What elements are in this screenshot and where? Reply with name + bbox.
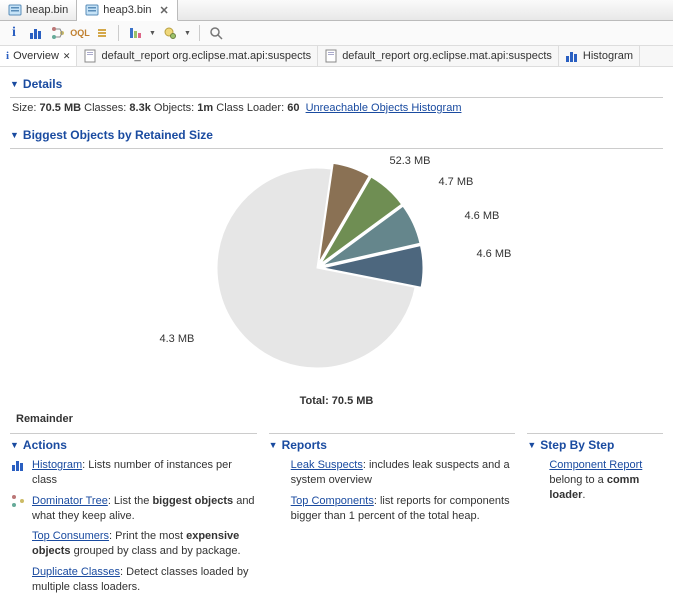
tree-icon [10, 494, 26, 524]
tab-heap3[interactable]: heap3.bin ✕ [77, 0, 178, 21]
steps-title[interactable]: ▼Step By Step [527, 433, 663, 452]
heap-icon [8, 3, 22, 17]
duplicate-link[interactable]: Duplicate Classes [32, 566, 120, 578]
subtab-report1[interactable]: default_report org.eclipse.mat.api:suspe… [77, 46, 318, 66]
section-details[interactable]: ▼Details [10, 77, 663, 91]
details-stats: Size: 70.5 MB Classes: 8.3k Objects: 1m … [12, 102, 663, 114]
divider [10, 148, 663, 149]
col-reports: ▼Reports Leak Suspects: includes leak su… [269, 433, 516, 601]
separator [199, 25, 200, 41]
subtab-overview-label: Overview [13, 50, 59, 62]
toolbar: i OQL ▼ ▼ [0, 21, 673, 46]
subtab-report2-label: default_report org.eclipse.mat.api:suspe… [342, 50, 552, 62]
subtab-overview[interactable]: i Overview ✕ [0, 46, 77, 66]
stat-objects: 1m [197, 102, 213, 114]
tree-icon[interactable] [50, 25, 66, 41]
stat-classes: 8.3k [129, 102, 150, 114]
twisty-icon: ▼ [10, 440, 19, 450]
twisty-icon: ▼ [10, 130, 19, 140]
twisty-icon: ▼ [269, 440, 278, 450]
slice-label: 52.3 MB [390, 155, 431, 167]
subtab-report2[interactable]: default_report org.eclipse.mat.api:suspe… [318, 46, 559, 66]
reports-title[interactable]: ▼Reports [269, 433, 516, 452]
chart-total: Total: 70.5 MB [10, 395, 663, 407]
query-icon[interactable] [162, 25, 178, 41]
section-biggest[interactable]: ▼Biggest Objects by Retained Size [10, 128, 663, 142]
search-icon[interactable] [208, 25, 224, 41]
comp-link[interactable]: Component Report [549, 459, 642, 471]
unreachable-link[interactable]: Unreachable Objects Histogram [306, 102, 462, 114]
histogram-icon[interactable] [28, 25, 44, 41]
col-actions: ▼Actions Histogram: Lists number of inst… [10, 433, 257, 601]
col-steps: ▼Step By Step Component Report belong to… [527, 433, 663, 601]
tab-heap3-label: heap3.bin [103, 4, 151, 16]
histogram-icon [565, 49, 579, 63]
threads-icon[interactable] [94, 25, 110, 41]
editor-tabs: heap.bin heap3.bin ✕ [0, 0, 673, 21]
subtab-report1-label: default_report org.eclipse.mat.api:suspe… [101, 50, 311, 62]
dropdown-icon[interactable]: ▼ [184, 30, 191, 37]
subtab-histogram-label: Histogram [583, 50, 633, 62]
slice-label: 4.7 MB [439, 176, 474, 188]
slice-label: 4.6 MB [477, 248, 512, 260]
twisty-icon: ▼ [527, 440, 536, 450]
separator [118, 25, 119, 41]
oql-icon[interactable]: OQL [72, 25, 88, 41]
actions-title[interactable]: ▼Actions [10, 433, 257, 452]
run-icon[interactable] [127, 25, 143, 41]
divider [10, 97, 663, 98]
tab-heap[interactable]: heap.bin [0, 0, 77, 20]
stat-loader: 60 [287, 102, 299, 114]
dominator-link[interactable]: Dominator Tree [32, 495, 108, 507]
subtab-histogram[interactable]: Histogram [559, 46, 640, 66]
slice-label: 4.6 MB [465, 210, 500, 222]
dropdown-icon[interactable]: ▼ [149, 30, 156, 37]
remainder-label: Remainder [16, 413, 663, 425]
report-icon [83, 49, 97, 63]
histogram-link[interactable]: Histogram [32, 459, 82, 471]
report-icon [324, 49, 338, 63]
tab-heap-label: heap.bin [26, 4, 68, 16]
info-icon: i [6, 50, 9, 62]
pie-chart: 4.3 MB 4.6 MB 4.6 MB 4.7 MB 52.3 MB [87, 153, 587, 393]
stat-size: 70.5 MB [40, 102, 82, 114]
leak-link[interactable]: Leak Suspects [291, 459, 363, 471]
info-icon[interactable]: i [6, 25, 22, 41]
heap-icon [85, 3, 99, 17]
topconsumers-link[interactable]: Top Consumers [32, 530, 109, 542]
close-icon[interactable]: ✕ [160, 4, 169, 17]
histogram-icon [10, 458, 26, 488]
twisty-icon: ▼ [10, 79, 19, 89]
topcomp-link[interactable]: Top Components [291, 495, 374, 507]
close-icon[interactable]: ✕ [63, 51, 71, 62]
slice-label: 4.3 MB [160, 333, 195, 345]
subtabs: i Overview ✕ default_report org.eclipse.… [0, 46, 673, 67]
